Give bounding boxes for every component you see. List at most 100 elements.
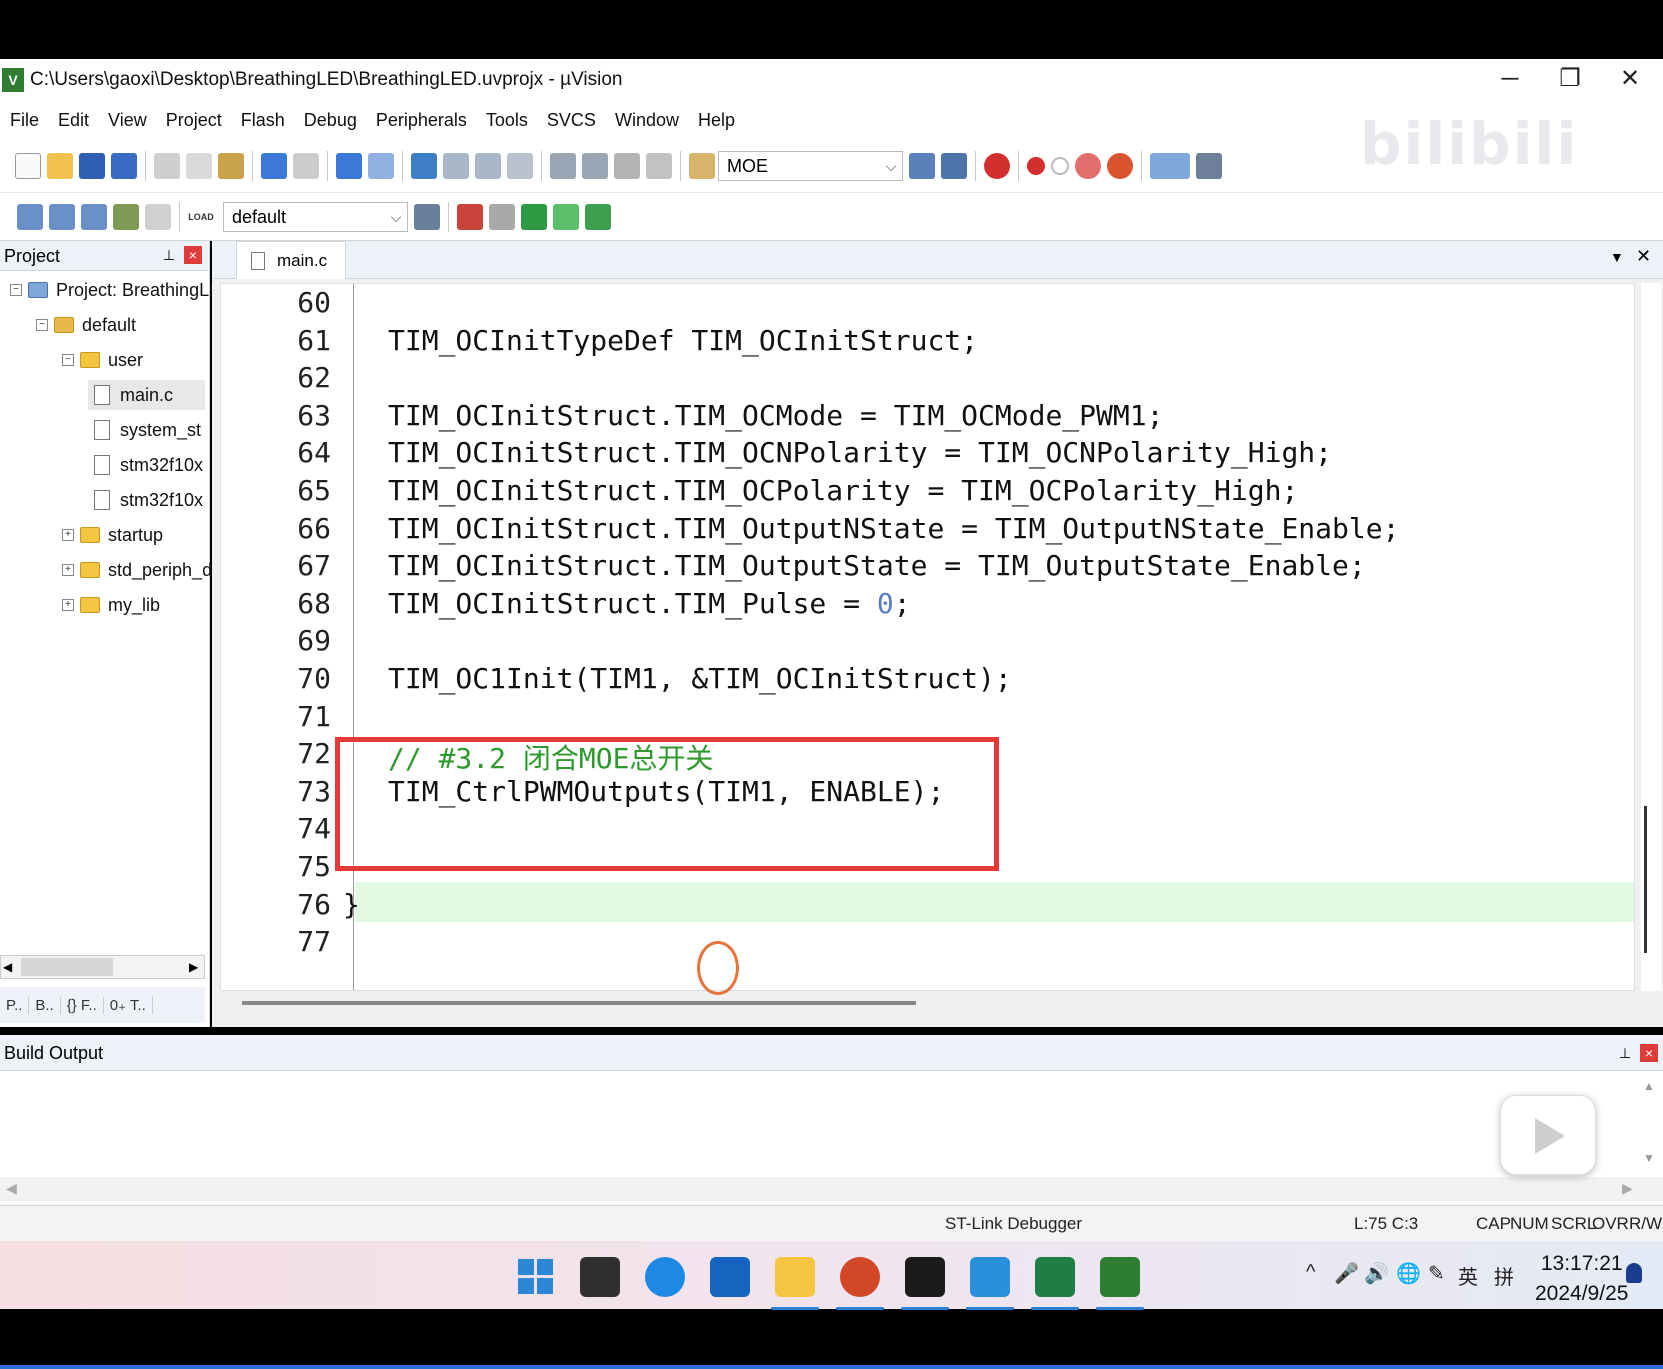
menu-flash[interactable]: Flash xyxy=(231,110,294,131)
menu-peripherals[interactable]: Peripherals xyxy=(366,110,476,131)
window-layout-icon[interactable] xyxy=(1150,152,1190,179)
new-file-icon[interactable] xyxy=(15,152,41,179)
bookmark-icon[interactable] xyxy=(411,152,437,179)
manage-rte-icon[interactable] xyxy=(521,203,547,230)
find-in-files-icon[interactable] xyxy=(689,152,715,179)
kill-breakpoints-icon[interactable] xyxy=(1107,152,1133,179)
navigate-back-icon[interactable] xyxy=(336,152,362,179)
save-all-icon[interactable] xyxy=(111,152,137,179)
unindent-icon[interactable] xyxy=(582,152,608,179)
tree-item[interactable]: stm32f10x xyxy=(88,450,203,480)
pack-installer-icon[interactable] xyxy=(553,203,579,230)
event-recorder-icon[interactable] xyxy=(585,203,611,230)
target-options-icon[interactable] xyxy=(414,203,440,230)
build-output-horizontal-scrollbar[interactable]: ◀ ▶ xyxy=(0,1177,1663,1201)
translate-icon[interactable] xyxy=(17,203,43,230)
tree-item[interactable]: system_st xyxy=(88,415,201,445)
tab-functions[interactable]: {} F.. xyxy=(61,996,104,1014)
next-bookmark-icon[interactable] xyxy=(475,152,501,179)
load-download-icon[interactable]: LOAD xyxy=(188,203,214,230)
editor-horizontal-scrollbar[interactable] xyxy=(242,1001,916,1005)
powerpoint-icon[interactable] xyxy=(836,1257,884,1310)
menu-view[interactable]: View xyxy=(98,110,156,131)
scroll-left-icon[interactable]: ◀ xyxy=(6,1180,17,1197)
close-tab-icon[interactable]: ✕ xyxy=(1636,246,1651,267)
close-window-button[interactable]: ✕ xyxy=(1600,59,1660,101)
scroll-up-icon[interactable]: ▲ xyxy=(1643,1079,1655,1093)
start-button[interactable] xyxy=(516,1257,556,1297)
minimize-button[interactable]: ─ xyxy=(1480,59,1540,101)
prev-bookmark-icon[interactable] xyxy=(443,152,469,179)
disable-all-breakpoints-icon[interactable] xyxy=(1075,152,1101,179)
camera-app-icon[interactable] xyxy=(901,1257,949,1310)
navigate-forward-icon[interactable] xyxy=(368,152,394,179)
pin-icon[interactable]: ⊥ xyxy=(1616,1044,1634,1062)
file-explorer-icon[interactable] xyxy=(771,1257,819,1310)
expand-icon[interactable]: + xyxy=(62,564,74,576)
menu-help[interactable]: Help xyxy=(688,110,744,131)
taskbar-app-generic-icon[interactable] xyxy=(580,1257,620,1297)
collapse-icon[interactable]: − xyxy=(62,354,74,366)
menu-edit[interactable]: Edit xyxy=(48,110,98,131)
scroll-right-icon[interactable]: ▶ xyxy=(189,958,201,976)
build-output-text[interactable] xyxy=(0,1071,1663,1171)
scroll-down-icon[interactable]: ▼ xyxy=(1643,1151,1655,1165)
find-icon[interactable] xyxy=(909,152,935,179)
pen-icon[interactable]: ✎ xyxy=(1428,1261,1445,1286)
ime-mode-indicator[interactable]: 拼 xyxy=(1494,1261,1514,1290)
open-file-icon[interactable] xyxy=(47,152,73,179)
select-packs-icon[interactable] xyxy=(489,203,515,230)
collapse-icon[interactable]: − xyxy=(36,319,48,331)
close-panel-icon[interactable]: × xyxy=(1640,1044,1658,1062)
scrollbar-thumb[interactable] xyxy=(21,958,113,976)
notification-bell-icon[interactable] xyxy=(1626,1263,1642,1283)
find-combobox[interactable]: MOE ⌵ xyxy=(718,150,903,181)
tree-item[interactable]: + my_lib xyxy=(62,590,160,620)
clear-bookmarks-icon[interactable] xyxy=(507,152,533,179)
volume-icon[interactable]: 🔊 xyxy=(1364,1261,1389,1286)
uncomment-icon[interactable] xyxy=(646,152,672,179)
stop-build-icon[interactable] xyxy=(145,203,171,230)
whiteboard-icon[interactable] xyxy=(710,1257,750,1297)
tab-main-c[interactable]: main.c xyxy=(236,241,346,279)
menu-tools[interactable]: Tools xyxy=(476,110,537,131)
comment-icon[interactable] xyxy=(614,152,640,179)
scroll-right-icon[interactable]: ▶ xyxy=(1622,1180,1633,1197)
edge-browser-icon[interactable] xyxy=(645,1257,685,1297)
keil-uvision-taskbar-icon[interactable] xyxy=(1096,1257,1144,1310)
menu-debug[interactable]: Debug xyxy=(294,110,366,131)
breakpoint-icon[interactable] xyxy=(1027,156,1045,175)
chevron-down-icon[interactable]: ⌵ xyxy=(882,154,900,178)
collapse-icon[interactable]: − xyxy=(10,284,22,296)
incremental-find-icon[interactable] xyxy=(941,152,967,179)
ime-language-indicator[interactable]: 英 xyxy=(1458,1261,1478,1290)
redo-icon[interactable] xyxy=(293,152,319,179)
tree-item[interactable]: main.c xyxy=(88,380,205,410)
save-icon[interactable] xyxy=(79,152,105,179)
cut-icon[interactable] xyxy=(154,152,180,179)
batch-build-icon[interactable] xyxy=(113,203,139,230)
menu-window[interactable]: Window xyxy=(605,110,688,131)
tab-list-chevron-icon[interactable]: ▼ xyxy=(1610,249,1624,265)
disable-breakpoint-icon[interactable] xyxy=(1051,156,1069,175)
project-horizontal-scrollbar[interactable]: ◀ ▶ xyxy=(0,955,205,979)
microphone-icon[interactable]: 🎤 xyxy=(1334,1261,1359,1286)
tree-item[interactable]: + startup xyxy=(62,520,163,550)
expand-icon[interactable]: + xyxy=(62,529,74,541)
menu-project[interactable]: Project xyxy=(156,110,231,131)
editor-scrollbar-thumb[interactable] xyxy=(1644,806,1647,953)
tab-project[interactable]: P.. xyxy=(0,996,30,1014)
video-play-badge[interactable] xyxy=(1500,1095,1596,1175)
restore-button[interactable]: ❐ xyxy=(1540,59,1600,101)
menu-svcs[interactable]: SVCS xyxy=(537,110,605,131)
target-combobox[interactable]: default ⌵ xyxy=(223,201,408,232)
configure-wrench-icon[interactable] xyxy=(1196,152,1222,179)
blue-app-icon[interactable] xyxy=(966,1257,1014,1310)
menu-file[interactable]: File xyxy=(0,110,48,131)
debug-session-icon[interactable] xyxy=(984,152,1010,179)
tree-item[interactable]: − user xyxy=(62,345,143,375)
scroll-left-icon[interactable]: ◀ xyxy=(3,958,15,976)
paste-icon[interactable] xyxy=(218,152,244,179)
code-area[interactable]: 60 61 62 63 64 65 66 67 68 69 70 71 72 73 74 75 76 77 TIM… xyxy=(220,283,1635,991)
chevron-down-icon[interactable]: ⌵ xyxy=(387,205,405,229)
